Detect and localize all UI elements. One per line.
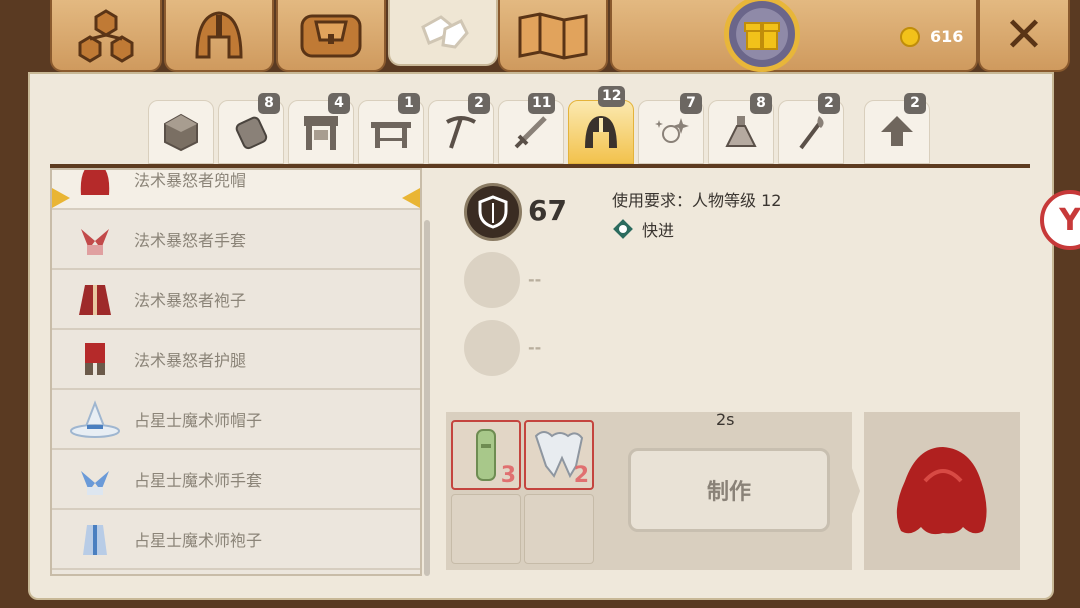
empty-stat-value: -- <box>528 338 542 357</box>
helmet-icon <box>585 116 617 148</box>
pickaxe-icon <box>446 116 476 149</box>
list-item[interactable]: 法术暴怒者袍子 <box>52 270 420 330</box>
material-count: 3 <box>500 463 516 488</box>
top-tab-crafting[interactable] <box>388 0 498 66</box>
close-icon: ✕ <box>1003 7 1045 63</box>
list-item[interactable]: 法术暴怒者手套 <box>52 210 420 270</box>
result-preview <box>864 412 1020 570</box>
list-item-label: 法术暴怒者手套 <box>134 231 247 250</box>
category-badge: 12 <box>598 86 626 107</box>
list-item-label: 占星士魔术师帽子 <box>134 411 263 430</box>
gift-icon <box>744 22 780 50</box>
trait-label: 快进 <box>642 221 675 240</box>
category-badge: 2 <box>468 93 490 114</box>
close-button[interactable]: ✕ <box>978 0 1070 72</box>
cube-icon <box>164 113 198 152</box>
list-scrollbar[interactable] <box>424 220 430 576</box>
list-item[interactable]: 占星士魔术师袍子 <box>52 510 420 570</box>
torch-icon <box>799 116 824 150</box>
category-badge: 8 <box>750 93 772 114</box>
list-item-label: 法术暴怒者护腿 <box>134 351 247 370</box>
red-hood-icon <box>896 447 987 535</box>
selection-marker-left <box>52 188 70 208</box>
bag-icon <box>300 14 362 58</box>
clock-badge-icon <box>613 219 633 239</box>
category-badge: 4 <box>328 93 350 114</box>
crafting-hands-icon <box>421 15 469 49</box>
shield-icon <box>478 195 508 229</box>
requirement-text: 使用要求：人物等级 12 <box>612 191 782 210</box>
empty-material-slot[interactable] <box>451 494 521 564</box>
craft-time: 2s <box>716 410 735 429</box>
map-icon <box>518 12 588 60</box>
trait-row: 快进 <box>612 217 674 241</box>
armor-stat-badge <box>464 183 522 241</box>
craft-button[interactable]: 制作 <box>628 448 830 532</box>
category-badge: 1 <box>398 93 420 114</box>
wizard-hat-icon <box>64 391 126 447</box>
top-tab-map[interactable] <box>498 0 608 72</box>
category-tab-blocks[interactable] <box>148 100 214 164</box>
top-tab-skills[interactable] <box>50 0 162 72</box>
gold-coin-icon <box>900 27 920 47</box>
blue-gloves-icon <box>64 451 126 507</box>
category-badge: 2 <box>904 93 926 114</box>
red-leggings-icon <box>64 331 126 387</box>
material-slot[interactable]: 2 <box>524 420 594 490</box>
red-hood-icon <box>64 170 126 207</box>
list-item-label: 占星士魔术师袍子 <box>134 531 263 550</box>
category-badge: 2 <box>818 93 840 114</box>
list-item[interactable]: 法术暴怒者护腿 <box>52 330 420 390</box>
empty-stat-slot <box>464 320 520 376</box>
top-tab-bag[interactable] <box>276 0 386 72</box>
list-item-label: 法术暴怒者袍子 <box>134 291 247 310</box>
upgrade-arrow-icon <box>881 116 913 146</box>
table-icon <box>371 122 411 148</box>
helmet-icon <box>195 11 243 59</box>
recipe-list[interactable]: 法术暴怒者兜帽 法术暴怒者手套 法术暴怒者袍子 法术暴怒者护腿 占星士魔术师帽子… <box>50 168 422 576</box>
blue-robe-icon <box>64 511 126 567</box>
material-count: 2 <box>573 463 589 488</box>
category-badge: 11 <box>528 93 556 114</box>
empty-stat-value: -- <box>528 270 542 289</box>
red-robe-icon <box>64 271 126 327</box>
sword-icon <box>514 116 547 149</box>
category-badge: 8 <box>258 93 280 114</box>
gate-icon <box>304 116 338 150</box>
top-tab-equipment[interactable] <box>164 0 274 72</box>
currency-value: 616 <box>930 27 964 46</box>
category-badge: 7 <box>680 93 702 114</box>
selection-marker-right <box>402 188 420 208</box>
empty-stat-slot <box>464 252 520 308</box>
potion-icon <box>725 116 757 147</box>
list-item-label: 法术暴怒者兜帽 <box>134 171 247 190</box>
armor-icon <box>235 116 268 150</box>
armor-stat-value: 67 <box>528 194 567 227</box>
empty-material-slot[interactable] <box>524 494 594 564</box>
list-item-label: 占星士魔术师手套 <box>134 471 263 490</box>
red-gloves-icon <box>64 211 126 267</box>
skill-tree-icon <box>78 9 134 63</box>
list-item[interactable]: 法术暴怒者兜帽 <box>52 170 420 210</box>
list-item[interactable]: 占星士魔术师手套 <box>52 450 420 510</box>
sparkle-icon <box>655 118 689 143</box>
material-slot[interactable]: 3 <box>451 420 521 490</box>
category-tab-helmets[interactable] <box>568 100 634 164</box>
list-item[interactable]: 占星士魔术师帽子 <box>52 390 420 450</box>
